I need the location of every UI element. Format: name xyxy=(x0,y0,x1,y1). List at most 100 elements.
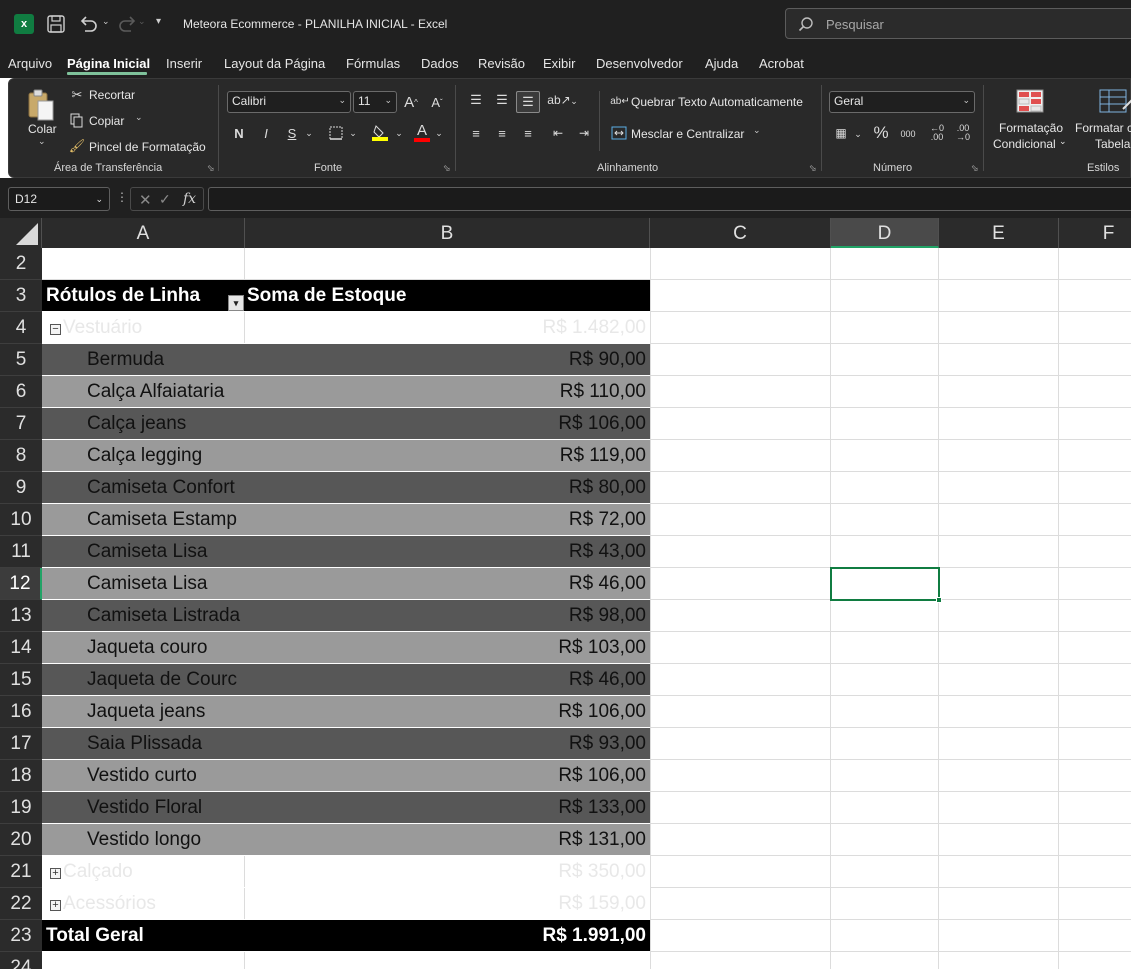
row-header-18[interactable]: 18 xyxy=(0,760,42,792)
pivot-group-row[interactable]: + Acessórios R$ 159,00 xyxy=(42,888,650,920)
pivot-row-label-cell[interactable]: − Vestuário xyxy=(42,312,245,344)
formula-bar-grip-icon[interactable]: ⋮ xyxy=(116,190,128,204)
chevron-down-icon[interactable]: ⌄ xyxy=(95,194,103,205)
row-header-5[interactable]: 5 xyxy=(0,344,42,376)
column-header-e[interactable]: E xyxy=(939,218,1059,248)
pivot-grand-total-row[interactable]: Total Geral R$ 1.991,00 xyxy=(42,920,650,952)
copy-button[interactable]: Copiar xyxy=(89,114,124,128)
tab-layout-da-pagina[interactable]: Layout da Página xyxy=(224,56,325,71)
pivot-item-row[interactable]: Camiseta Listrada R$ 98,00 xyxy=(42,600,650,632)
row-header-20[interactable]: 20 xyxy=(0,824,42,856)
pivot-row-label-cell[interactable]: Jaqueta de Courc xyxy=(42,664,245,696)
alignment-dialog-launcher-icon[interactable]: ⬂ xyxy=(809,163,817,174)
expand-icon[interactable]: + xyxy=(50,900,61,911)
wrap-text-button[interactable]: Quebrar Texto Automaticamente xyxy=(631,95,803,109)
font-dialog-launcher-icon[interactable]: ⬂ xyxy=(443,163,451,174)
pivot-value-cell[interactable]: R$ 106,00 xyxy=(245,408,650,440)
accounting-dropdown-icon[interactable]: ⌄ xyxy=(853,126,863,142)
pivot-value-cell[interactable]: R$ 106,00 xyxy=(245,760,650,792)
copy-icon[interactable] xyxy=(69,112,85,130)
insert-function-icon[interactable]: fx xyxy=(183,191,196,207)
pivot-group-row[interactable]: − Vestuário R$ 1.482,00 xyxy=(42,312,650,344)
grow-font-icon[interactable]: A ^ xyxy=(401,92,421,112)
pivot-row-label-cell[interactable]: Camiseta Confort xyxy=(42,472,245,504)
pivot-item-row[interactable]: Camiseta Estamp R$ 72,00 xyxy=(42,504,650,536)
row-header-9[interactable]: 9 xyxy=(0,472,42,504)
pivot-item-row[interactable]: Saia Plissada R$ 93,00 xyxy=(42,728,650,760)
pivot-row-label-cell[interactable]: Calça Alfaiataria xyxy=(42,376,245,408)
pivot-row-label-cell[interactable]: Saia Plissada xyxy=(42,728,245,760)
orientation-dropdown-icon[interactable]: ⌄ xyxy=(569,93,579,109)
cut-icon[interactable]: ✂ xyxy=(69,86,85,104)
pivot-row-label-cell[interactable]: + Calçado xyxy=(42,856,245,888)
align-center-icon[interactable]: ≡ xyxy=(493,124,511,142)
expand-icon[interactable]: + xyxy=(50,868,61,879)
fill-color-dropdown-icon[interactable]: ⌄ xyxy=(393,125,405,141)
row-header-12[interactable]: 12 xyxy=(0,568,42,600)
row-header-10[interactable]: 10 xyxy=(0,504,42,536)
align-right-icon[interactable]: ≡ xyxy=(519,124,537,142)
row-header-11[interactable]: 11 xyxy=(0,536,42,568)
row-header-6[interactable]: 6 xyxy=(0,376,42,408)
row-header-8[interactable]: 8 xyxy=(0,440,42,472)
paste-button[interactable]: Colar xyxy=(28,122,57,136)
row-header-14[interactable]: 14 xyxy=(0,632,42,664)
row-header-7[interactable]: 7 xyxy=(0,408,42,440)
pivot-value-cell[interactable]: R$ 1.482,00 xyxy=(245,312,650,344)
tab-desenvolvedor[interactable]: Desenvolvedor xyxy=(596,56,683,71)
tab-ajuda[interactable]: Ajuda xyxy=(705,56,738,71)
number-dialog-launcher-icon[interactable]: ⬂ xyxy=(971,163,979,174)
pivot-header-row[interactable]: Rótulos de Linha Soma de Estoque ▾ xyxy=(42,280,650,312)
column-header-c[interactable]: C xyxy=(650,218,831,248)
pivot-row-label-cell[interactable]: Vestido longo xyxy=(42,824,245,856)
fill-handle[interactable] xyxy=(936,597,942,603)
undo-icon[interactable] xyxy=(76,13,100,35)
pivot-value-cell[interactable]: R$ 106,00 xyxy=(245,696,650,728)
pivot-item-row[interactable]: Jaqueta couro R$ 103,00 xyxy=(42,632,650,664)
align-bottom-icon[interactable]: ☰ xyxy=(516,91,540,113)
pivot-row-label-cell[interactable]: Camiseta Estamp xyxy=(42,504,245,536)
orientation-icon[interactable]: ab↗ xyxy=(547,91,570,109)
conditional-formatting-label1[interactable]: Formatação xyxy=(999,121,1063,135)
pivot-item-row[interactable]: Bermuda R$ 90,00 xyxy=(42,344,650,376)
borders-icon[interactable] xyxy=(327,124,345,142)
shrink-font-icon[interactable]: Aˇ xyxy=(427,92,447,112)
conditional-formatting-label2[interactable]: Condicional xyxy=(993,137,1056,151)
pivot-value-cell[interactable]: R$ 98,00 xyxy=(245,600,650,632)
merge-center-button[interactable]: Mesclar e Centralizar xyxy=(631,127,744,141)
column-header-f[interactable]: F xyxy=(1059,218,1131,248)
pivot-value-cell[interactable]: R$ 133,00 xyxy=(245,792,650,824)
pivot-value-cell[interactable]: R$ 350,00 xyxy=(245,856,650,888)
conditional-formatting-icon[interactable] xyxy=(1015,88,1045,114)
pivot-row-label-cell[interactable]: Total Geral xyxy=(42,920,245,952)
pivot-group-row[interactable]: + Calçado R$ 350,00 xyxy=(42,856,650,888)
align-left-icon[interactable]: ≡ xyxy=(467,124,485,142)
pivot-value-cell[interactable]: R$ 80,00 xyxy=(245,472,650,504)
pivot-row-label-cell[interactable]: Jaqueta couro xyxy=(42,632,245,664)
pivot-value-cell[interactable]: R$ 131,00 xyxy=(245,824,650,856)
row-header-23[interactable]: 23 xyxy=(0,920,42,952)
row-header-3[interactable]: 3 xyxy=(0,280,42,312)
tab-pagina-inicial[interactable]: Página Inicial xyxy=(67,56,150,71)
pivot-item-row[interactable]: Camiseta Lisa R$ 43,00 xyxy=(42,536,650,568)
pivot-item-row[interactable]: Camiseta Lisa R$ 46,00 xyxy=(42,568,650,600)
pivot-value-cell[interactable]: R$ 110,00 xyxy=(245,376,650,408)
row-header-21[interactable]: 21 xyxy=(0,856,42,888)
collapse-icon[interactable]: − xyxy=(50,324,61,335)
conditional-formatting-dropdown-icon[interactable]: ⌄ xyxy=(1059,136,1067,147)
tab-arquivo[interactable]: Arquivo xyxy=(8,56,52,71)
pivot-value-cell[interactable]: R$ 72,00 xyxy=(245,504,650,536)
pivot-row-label-cell[interactable]: Vestido Floral xyxy=(42,792,245,824)
tab-revisao[interactable]: Revisão xyxy=(478,56,525,71)
merge-dropdown-icon[interactable]: ⌄ xyxy=(753,125,761,136)
pivot-value-cell[interactable]: R$ 93,00 xyxy=(245,728,650,760)
pivot-item-row[interactable]: Vestido longo R$ 131,00 xyxy=(42,824,650,856)
format-as-table-label2[interactable]: Tabela xyxy=(1095,137,1130,151)
align-middle-icon[interactable]: ☰ xyxy=(493,91,511,109)
row-header-4[interactable]: 4 xyxy=(0,312,42,344)
format-painter-icon[interactable]: 🖌 xyxy=(69,137,86,155)
undo-dropdown-icon[interactable]: ⌄ xyxy=(102,16,110,27)
clipboard-dialog-launcher-icon[interactable]: ⬂ xyxy=(207,163,215,174)
pivot-value-cell[interactable]: R$ 159,00 xyxy=(245,888,650,920)
worksheet-grid[interactable]: A B C D E F 2 3 4 5 6 7 8 9 10 11 12 13 14 15 16 17 18 19… xyxy=(0,218,1131,969)
